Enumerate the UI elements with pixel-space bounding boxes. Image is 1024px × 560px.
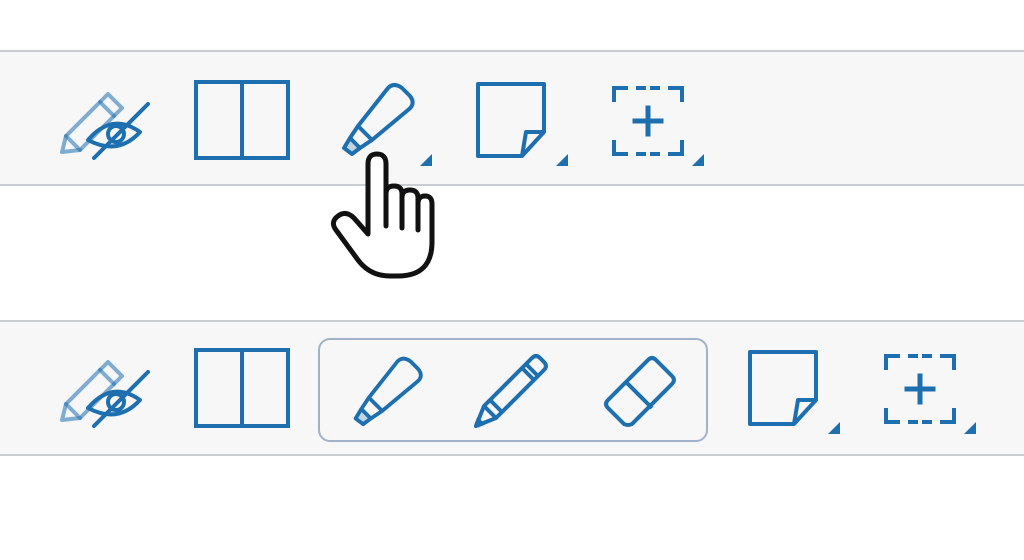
highlighter-icon	[348, 352, 424, 428]
dropdown-indicator-icon[interactable]	[964, 422, 976, 434]
sticky-note-icon	[748, 350, 848, 426]
highlighter-icon	[336, 78, 436, 158]
area-selection-icon	[612, 86, 712, 156]
two-page-view-icon	[194, 348, 290, 428]
two-page-view-icon	[194, 80, 290, 160]
dropdown-indicator-icon[interactable]	[828, 422, 840, 434]
area-selection-icon	[884, 354, 984, 424]
sticky-note-button[interactable]	[748, 350, 848, 440]
annotation-toolbar-expanded	[0, 320, 1024, 456]
annotation-tools-group	[318, 338, 708, 442]
pencil-button[interactable]	[470, 350, 550, 430]
dropdown-indicator-icon[interactable]	[556, 154, 568, 166]
annotation-toolbar	[0, 50, 1024, 186]
two-page-view-button[interactable]	[194, 80, 290, 160]
highlighter-button[interactable]	[336, 78, 436, 170]
highlighter-button[interactable]	[348, 352, 424, 428]
sticky-note-button[interactable]	[476, 82, 576, 172]
dropdown-indicator-icon[interactable]	[420, 154, 432, 166]
eraser-button[interactable]	[604, 354, 678, 428]
area-selection-button[interactable]	[884, 354, 984, 440]
two-page-view-button[interactable]	[194, 348, 290, 428]
hide-annotations-button[interactable]	[60, 350, 154, 430]
pencil-icon	[470, 350, 550, 430]
hide-annotations-button[interactable]	[60, 82, 154, 162]
hide-annotations-icon	[60, 82, 154, 162]
sticky-note-icon	[476, 82, 576, 158]
area-selection-button[interactable]	[612, 86, 712, 172]
hide-annotations-icon	[60, 350, 154, 430]
dropdown-indicator-icon[interactable]	[692, 154, 704, 166]
eraser-icon	[604, 354, 678, 428]
